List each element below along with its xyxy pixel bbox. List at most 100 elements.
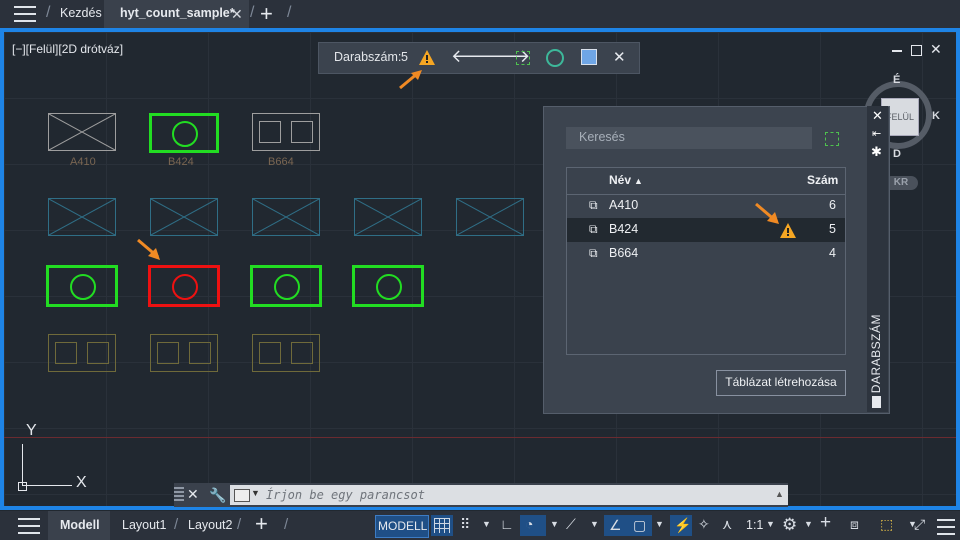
count-label: Darabszám: xyxy=(334,50,402,64)
block-a410-instance[interactable] xyxy=(150,198,218,236)
block-b424-instance[interactable] xyxy=(250,265,322,307)
create-table-button[interactable]: Táblázat létrehozása xyxy=(716,370,846,396)
object-snap-tracking-icon[interactable]: ∠ xyxy=(604,515,628,536)
chevron-down-icon[interactable]: ▼ xyxy=(251,488,260,498)
block-b424-current[interactable] xyxy=(148,265,220,307)
tab-bar: / Kezdés hyt_count_sample* ✕ / + / xyxy=(0,0,960,28)
palette-icon xyxy=(872,396,881,408)
select-area-icon[interactable] xyxy=(825,132,839,146)
new-tab-icon[interactable]: + xyxy=(260,1,273,27)
column-header-name[interactable]: Név ▲ xyxy=(609,173,643,187)
block-b664-instance[interactable] xyxy=(150,334,218,372)
block-label-a410: A410 xyxy=(70,156,96,168)
tab-separator: / xyxy=(46,4,51,21)
block-a410-instance[interactable] xyxy=(252,198,320,236)
hardware-acceleration-icon[interactable]: ⬚ xyxy=(880,516,893,533)
annotation-visibility-icon[interactable]: ⚡ xyxy=(670,515,692,536)
ortho-icon[interactable]: ∟ xyxy=(500,516,514,532)
tab-active-drawing[interactable]: hyt_count_sample* ✕ xyxy=(104,0,249,28)
ucs-icon: Y X xyxy=(18,422,87,491)
wrench-icon[interactable]: 🔧 xyxy=(209,487,226,504)
auto-hide-icon[interactable]: ⇤ xyxy=(872,127,881,140)
drag-handle[interactable] xyxy=(174,487,184,503)
tab-model[interactable]: Modell xyxy=(48,511,110,540)
row-name: B664 xyxy=(609,246,639,260)
grid-toggle-icon[interactable] xyxy=(431,515,453,536)
application-menu-button[interactable] xyxy=(14,6,36,22)
snap-icon[interactable]: ⠿ xyxy=(460,516,470,533)
object-snap-icon[interactable]: ▢ xyxy=(628,515,652,536)
warning-icon[interactable] xyxy=(418,49,436,66)
table-row[interactable]: ⧉ A410 6 xyxy=(567,194,845,218)
create-table-icon[interactable] xyxy=(581,49,597,65)
viewcube-east-label: K xyxy=(932,110,940,122)
close-viewport-icon[interactable]: ✕ xyxy=(930,41,942,58)
search-input[interactable]: Keresés xyxy=(566,127,812,149)
square-shape xyxy=(157,342,179,364)
pointer-arrow-icon xyxy=(399,70,422,90)
tab-layout2[interactable]: Layout2 xyxy=(188,518,232,532)
tab-separator: / xyxy=(250,4,255,21)
viewport-controls-label[interactable]: [−][Felül][2D drótváz] xyxy=(12,42,123,56)
close-tab-icon[interactable]: ✕ xyxy=(231,6,243,23)
block-a410-instance[interactable] xyxy=(456,198,524,236)
row-name: B424 xyxy=(609,222,639,236)
annotation-scale-value[interactable]: 1:1 xyxy=(746,518,763,532)
zoom-to-selection-icon[interactable] xyxy=(516,51,530,65)
close-toolbar-icon[interactable]: ✕ xyxy=(613,48,626,66)
properties-gear-icon[interactable]: ✱ xyxy=(871,144,882,160)
status-bar: Modell Layout1 / Layout2 / + / MODELL ⠿ … xyxy=(0,511,960,540)
block-b424-instance[interactable] xyxy=(352,265,424,307)
chevron-down-icon[interactable]: ▼ xyxy=(550,519,559,529)
chevron-down-icon[interactable]: ▼ xyxy=(590,519,599,529)
block-b424-instance[interactable] xyxy=(46,265,118,307)
block-a410-instance[interactable] xyxy=(354,198,422,236)
block-b664[interactable] xyxy=(252,113,320,151)
tab-home[interactable]: Kezdés xyxy=(60,6,102,20)
square-shape xyxy=(55,342,77,364)
close-command-icon[interactable]: ✕ xyxy=(187,486,199,503)
block-b664-instance[interactable] xyxy=(48,334,116,372)
block-b664-instance[interactable] xyxy=(252,334,320,372)
count-value: 5 xyxy=(401,50,408,64)
chevron-up-icon[interactable]: ▲ xyxy=(775,489,784,499)
square-shape xyxy=(87,342,109,364)
block-a410-instance[interactable] xyxy=(48,198,116,236)
fullscreen-icon[interactable]: ⤢ xyxy=(914,516,925,533)
new-layout-icon[interactable]: + xyxy=(255,511,268,537)
chevron-down-icon[interactable]: ▼ xyxy=(766,519,775,529)
polar-tracking-icon[interactable]: ◔ xyxy=(520,515,546,536)
chevron-down-icon[interactable]: ▼ xyxy=(655,519,664,529)
table-row[interactable]: ⧉ B664 4 xyxy=(567,242,845,266)
add-icon[interactable]: + xyxy=(820,512,831,534)
palette-side-strip: ✕ ⇤ ✱ DARABSZÁM xyxy=(867,106,888,412)
workspace-gear-icon[interactable]: ⚙ xyxy=(782,515,797,535)
circle-shape xyxy=(274,274,300,300)
layout-menu-button[interactable] xyxy=(18,518,40,534)
annotation-scale-icon[interactable]: ⋏ xyxy=(722,516,732,533)
tab-layout1[interactable]: Layout1 xyxy=(122,518,166,532)
isolate-objects-icon[interactable]: ⧈ xyxy=(850,516,859,533)
chevron-down-icon[interactable]: ▼ xyxy=(482,519,491,529)
count-palette: Keresés Név ▲ Szám ⧉ A410 6 ⧉ B424 5 ⧉ B6… xyxy=(543,106,890,414)
block-b424-highlighted[interactable] xyxy=(149,113,219,153)
table-row-selected[interactable]: ⧉ B424 5 xyxy=(567,218,845,242)
restore-icon[interactable] xyxy=(911,45,922,56)
command-prompt-icon xyxy=(234,489,250,502)
chevron-down-icon[interactable]: ▼ xyxy=(804,519,813,529)
auto-scale-icon[interactable]: ✧ xyxy=(698,516,710,533)
minimize-icon[interactable] xyxy=(892,50,902,52)
table-header: Név ▲ Szám xyxy=(567,168,845,195)
find-replace-icon[interactable] xyxy=(546,49,564,67)
viewport-window-controls: ✕ xyxy=(892,41,942,58)
customization-menu-icon[interactable] xyxy=(937,519,955,535)
square-shape xyxy=(291,342,313,364)
close-palette-icon[interactable]: ✕ xyxy=(872,108,883,124)
column-header-count[interactable]: Szám xyxy=(807,173,838,187)
model-space-button[interactable]: MODELL xyxy=(375,515,429,538)
command-input[interactable]: ▼ Írjon be egy parancsot ▲ xyxy=(230,485,788,505)
block-a410[interactable] xyxy=(48,113,116,151)
isodraft-icon[interactable]: ⟋ xyxy=(566,516,576,533)
tab-separator: / xyxy=(284,516,289,533)
count-toolbar: Darabszám: 5 🡐 🡒 ✕ xyxy=(318,42,640,74)
